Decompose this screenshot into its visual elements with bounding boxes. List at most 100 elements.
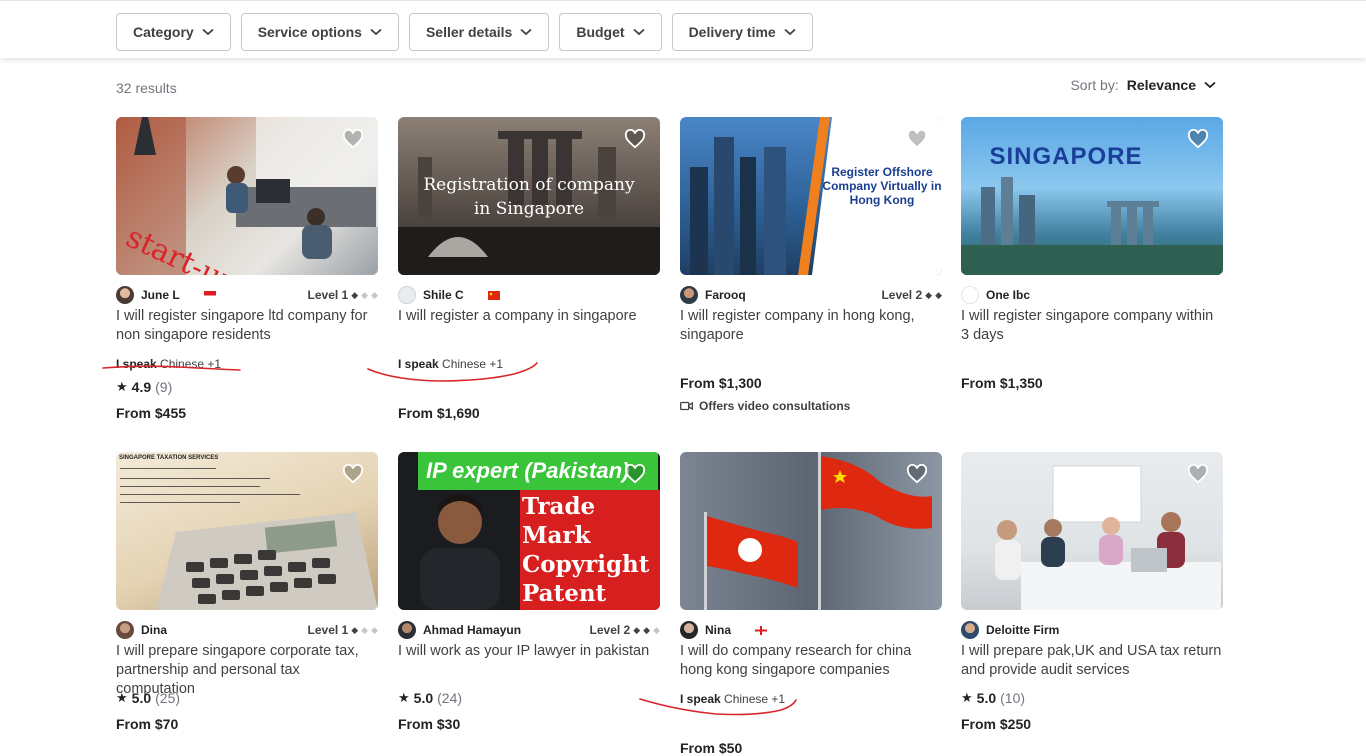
gig-title[interactable]: I will register singapore ltd company fo… bbox=[116, 307, 378, 345]
chevron-down-icon bbox=[202, 28, 214, 36]
seller-row: Shile C bbox=[398, 285, 660, 305]
gig-title[interactable]: I will do company research for china hon… bbox=[680, 642, 942, 680]
gig-title[interactable]: I will prepare singapore corporate tax, … bbox=[116, 642, 378, 697]
gig-thumbnail[interactable]: SINGAPORE TAXATION SERVICES bbox=[116, 452, 378, 610]
video-label: Offers video consultations bbox=[699, 399, 851, 413]
seller-name[interactable]: Deloitte Firm bbox=[986, 623, 1059, 637]
results-count: 32 results bbox=[116, 80, 177, 96]
heart-icon[interactable] bbox=[342, 129, 364, 149]
meeting-photo bbox=[995, 465, 1221, 610]
gig-price: From $1,350 bbox=[961, 375, 1043, 391]
filter-bar: Category Service options Seller details … bbox=[0, 0, 1366, 58]
gig-title[interactable]: I will prepare pak,UK and USA tax return… bbox=[961, 642, 1223, 680]
level-diamond-icon: ◆ bbox=[643, 624, 651, 635]
speak-label: I speak bbox=[398, 357, 439, 371]
seller-name[interactable]: One Ibc bbox=[986, 288, 1030, 302]
heart-icon[interactable] bbox=[1187, 464, 1209, 484]
filter-budget-button[interactable]: Budget bbox=[559, 13, 662, 51]
seller-name[interactable]: Dina bbox=[141, 623, 167, 637]
seller-name[interactable]: Nina bbox=[705, 623, 731, 637]
avatar[interactable] bbox=[398, 286, 416, 304]
gig-title[interactable]: I will work as your IP lawyer in pakista… bbox=[398, 642, 660, 680]
gig-card[interactable]: SINGAPORE One Ibc I will register singap… bbox=[961, 117, 1223, 391]
video-camera-icon bbox=[680, 401, 693, 411]
rating-score: 5.0 bbox=[413, 690, 434, 706]
seller-name[interactable]: Farooq bbox=[705, 288, 746, 302]
rating: ★ 5.0 (10) bbox=[961, 690, 1223, 706]
filter-seller-details-button[interactable]: Seller details bbox=[408, 13, 550, 51]
speak-value: Chinese +1 bbox=[724, 692, 786, 706]
gig-card[interactable]: SINGAPORE TAXATION SERVICES Dina Level 1… bbox=[116, 452, 378, 732]
rating-score: 5.0 bbox=[976, 690, 997, 706]
gig-title[interactable]: I will register company in hong kong, si… bbox=[680, 307, 942, 345]
thumbnail-caption-top: IP expert (Pakistan) bbox=[426, 458, 630, 483]
heart-icon[interactable] bbox=[1187, 129, 1209, 149]
seller-level: Level 2 ◆ ◆ bbox=[881, 288, 942, 302]
avatar[interactable] bbox=[680, 621, 698, 639]
rating-score: 4.9 bbox=[131, 379, 152, 395]
gig-title[interactable]: I will register a company in singapore bbox=[398, 307, 660, 345]
avatar[interactable] bbox=[398, 621, 416, 639]
level-diamond-icon: ◆ bbox=[361, 624, 369, 635]
gig-thumbnail[interactable] bbox=[680, 452, 942, 610]
rating-count: (25) bbox=[155, 690, 181, 706]
filter-delivery-time-button[interactable]: Delivery time bbox=[671, 13, 813, 51]
heart-icon[interactable] bbox=[342, 464, 364, 484]
seller-row: Farooq Level 2 ◆ ◆ bbox=[680, 285, 942, 305]
speak-value: Chinese +1 bbox=[442, 357, 504, 371]
avatar[interactable] bbox=[116, 286, 134, 304]
seller-row: Deloitte Firm bbox=[961, 620, 1223, 640]
seller-name[interactable]: Shile C bbox=[423, 288, 464, 302]
gig-thumbnail[interactable]: SINGAPORE bbox=[961, 117, 1223, 275]
heart-icon[interactable] bbox=[906, 129, 928, 149]
level-diamond-icon: ◆ bbox=[925, 289, 933, 300]
seller-row: One Ibc bbox=[961, 285, 1223, 305]
gig-card[interactable]: IP expert (Pakistan) Trade Mark Copyrigh… bbox=[398, 452, 660, 732]
level-diamond-icon: ◆ bbox=[371, 289, 378, 300]
gig-price: From $250 bbox=[961, 716, 1032, 732]
seller-name[interactable]: Ahmad Hamayun bbox=[423, 623, 521, 637]
rating-count: (24) bbox=[437, 690, 463, 706]
gig-thumbnail[interactable]: IP expert (Pakistan) Trade Mark Copyrigh… bbox=[398, 452, 660, 610]
avatar[interactable] bbox=[961, 621, 979, 639]
heart-icon[interactable] bbox=[624, 129, 646, 149]
chevron-down-icon bbox=[632, 28, 645, 36]
gig-thumbnail[interactable]: Registration of company in Singapore bbox=[398, 117, 660, 275]
gig-thumbnail[interactable]: start-up bbox=[116, 117, 378, 275]
seller-row: Dina Level 1 ◆ ◆ ◆ bbox=[116, 620, 378, 640]
star-icon: ★ bbox=[398, 690, 410, 705]
avatar[interactable] bbox=[680, 286, 698, 304]
gig-title[interactable]: I will register singapore company within… bbox=[961, 307, 1223, 345]
speak-label: I speak bbox=[680, 692, 721, 706]
filter-label: Category bbox=[133, 24, 194, 40]
gig-card[interactable]: Register Offshore Company Virtually in H… bbox=[680, 117, 942, 413]
gig-card[interactable]: start-up June L Level 1 ◆ ◆ ◆ I will regist… bbox=[116, 117, 378, 421]
sort-dropdown[interactable]: Sort by: Relevance bbox=[1070, 77, 1216, 93]
georgia-flag-icon bbox=[755, 625, 768, 635]
chevron-down-icon bbox=[520, 28, 532, 36]
heart-icon[interactable] bbox=[624, 464, 646, 484]
gig-card[interactable]: Deloitte Firm I will prepare pak,UK and … bbox=[961, 452, 1223, 732]
gig-card[interactable]: Nina I will do company research for chin… bbox=[680, 452, 942, 756]
thumbnail-caption: Register Offshore Company Virtually in H… bbox=[822, 165, 942, 207]
seller-name[interactable]: June L bbox=[141, 288, 180, 302]
chevron-down-icon bbox=[784, 28, 796, 36]
gig-card[interactable]: Registration of company in Singapore Shi… bbox=[398, 117, 660, 421]
seller-row: June L Level 1 ◆ ◆ ◆ bbox=[116, 285, 378, 305]
speak-label: I speak bbox=[116, 357, 157, 371]
avatar[interactable] bbox=[116, 621, 134, 639]
rating-count: (9) bbox=[155, 379, 173, 395]
heart-icon[interactable] bbox=[906, 464, 928, 484]
level-diamond-icon: ◆ bbox=[371, 624, 378, 635]
gig-thumbnail[interactable]: Register Offshore Company Virtually in H… bbox=[680, 117, 942, 275]
seller-row: Nina bbox=[680, 620, 942, 640]
gig-thumbnail[interactable] bbox=[961, 452, 1223, 610]
language-info: I speak Chinese +1 bbox=[116, 357, 378, 371]
chevron-down-icon bbox=[370, 28, 382, 36]
filter-category-button[interactable]: Category bbox=[116, 13, 231, 51]
filter-service-options-button[interactable]: Service options bbox=[240, 13, 399, 51]
level-label: Level 1 bbox=[307, 288, 349, 302]
avatar[interactable] bbox=[961, 286, 979, 304]
filter-label: Budget bbox=[576, 24, 625, 40]
rating-score: 5.0 bbox=[131, 690, 152, 706]
